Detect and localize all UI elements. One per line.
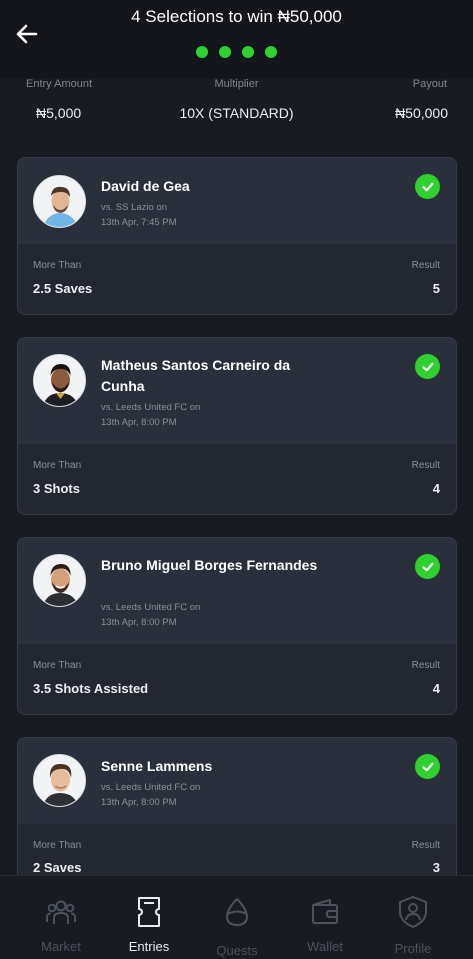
more-than-label: More Than <box>33 460 82 471</box>
nav-item-quests[interactable]: Quests <box>190 876 284 959</box>
more-than-label: More Than <box>33 840 82 851</box>
match-datetime: 13th Apr, 8:00 PM <box>101 797 177 808</box>
header: 4 Selections to win ₦50,000 <box>0 0 473 78</box>
nav-item-market[interactable]: Market <box>14 876 108 959</box>
more-than-label: More Than <box>33 260 82 271</box>
card-header: Bruno Miguel Borges Fernandes vs. Leeds … <box>18 538 456 644</box>
quests-icon <box>226 898 248 926</box>
player-name: David de Gea <box>101 178 190 194</box>
result-value: 5 <box>432 281 440 296</box>
result-value: 3 <box>432 860 440 875</box>
card-header: David de Gea vs. SS Lazio on 13th Apr, 7… <box>18 158 456 244</box>
opponent-text: vs. Leeds United FC on <box>101 602 201 613</box>
nav-item-entries[interactable]: Entries <box>102 876 196 959</box>
player-name: Matheus Santos Carneiro da Cunha <box>101 357 291 394</box>
stat-line: 2 Saves <box>33 860 82 875</box>
ticket-icon <box>138 897 160 927</box>
match-info: vs. Leeds United FC on 13th Apr, 8:00 PM <box>101 600 301 630</box>
card-header: Matheus Santos Carneiro da Cunha vs. Lee… <box>18 338 456 444</box>
progress-dot <box>219 46 231 58</box>
page-title: 4 Selections to win ₦50,000 <box>131 7 342 26</box>
result-label: Result <box>411 460 440 471</box>
payout-label: Payout <box>412 78 447 90</box>
check-circle-icon <box>415 354 440 379</box>
progress-dot <box>265 46 277 58</box>
player-avatar <box>33 754 86 807</box>
opponent-text: vs. Leeds United FC on <box>101 782 201 793</box>
progress-dots <box>0 46 473 58</box>
opponent-text: vs. SS Lazio on <box>101 202 168 213</box>
result-value: 4 <box>432 681 440 696</box>
card-stat-row: More Than Result 3.5 Shots Assisted 4 <box>18 644 456 714</box>
nav-item-profile[interactable]: Profile <box>366 876 460 959</box>
entry-summary: Entry Amount ₦5,000 Multiplier 10X (STAN… <box>0 78 473 130</box>
stat-line: 3 Shots <box>33 481 80 496</box>
check-circle-icon <box>415 174 440 199</box>
check-circle-icon <box>415 554 440 579</box>
stat-line: 2.5 Saves <box>33 281 93 296</box>
progress-dot <box>242 46 254 58</box>
bottom-nav: Market Entries Quests Wallet Profile <box>0 875 473 959</box>
selection-card[interactable]: David de Gea vs. SS Lazio on 13th Apr, 7… <box>17 157 457 315</box>
result-label: Result <box>411 260 440 271</box>
match-datetime: 13th Apr, 8:00 PM <box>101 417 177 428</box>
card-stat-row: More Than Result 3 Shots 4 <box>18 444 456 514</box>
payout: Payout ₦50,000 <box>395 78 448 121</box>
nav-label: Entries <box>128 939 170 954</box>
check-circle-icon <box>415 754 440 779</box>
selection-card[interactable]: Matheus Santos Carneiro da Cunha vs. Lee… <box>17 337 457 515</box>
match-datetime: 13th Apr, 8:00 PM <box>101 617 177 628</box>
nav-item-wallet[interactable]: Wallet <box>278 876 372 959</box>
nav-label: Market <box>41 939 81 954</box>
nav-label: Wallet <box>307 939 343 954</box>
card-header: Senne Lammens vs. Leeds United FC on 13t… <box>18 738 456 824</box>
market-icon <box>46 900 76 924</box>
result-label: Result <box>411 840 440 851</box>
match-datetime: 13th Apr, 7:45 PM <box>101 217 177 228</box>
stat-line: 3.5 Shots Assisted <box>33 681 149 696</box>
nav-label: Profile <box>394 941 432 956</box>
player-avatar <box>33 554 86 607</box>
match-info: vs. SS Lazio on 13th Apr, 7:45 PM <box>101 200 301 230</box>
result-label: Result <box>411 660 440 671</box>
player-avatar <box>33 175 86 228</box>
opponent-text: vs. Leeds United FC on <box>101 402 201 413</box>
selection-card[interactable]: Senne Lammens vs. Leeds United FC on 13t… <box>17 737 457 887</box>
card-stat-row: More Than Result 2.5 Saves 5 <box>18 244 456 314</box>
match-info: vs. Leeds United FC on 13th Apr, 8:00 PM <box>101 400 301 430</box>
nav-label: Quests <box>216 943 258 958</box>
result-value: 4 <box>432 481 440 496</box>
player-avatar <box>33 354 86 407</box>
player-name: Senne Lammens <box>101 758 213 774</box>
wallet-icon <box>312 899 338 924</box>
match-info: vs. Leeds United FC on 13th Apr, 8:00 PM <box>101 780 301 810</box>
progress-dot <box>196 46 208 58</box>
payout-value: ₦50,000 <box>395 105 448 121</box>
more-than-label: More Than <box>33 660 82 671</box>
selection-card[interactable]: Bruno Miguel Borges Fernandes vs. Leeds … <box>17 537 457 715</box>
player-name: Bruno Miguel Borges Fernandes <box>101 557 318 573</box>
profile-shield-icon <box>399 896 427 928</box>
